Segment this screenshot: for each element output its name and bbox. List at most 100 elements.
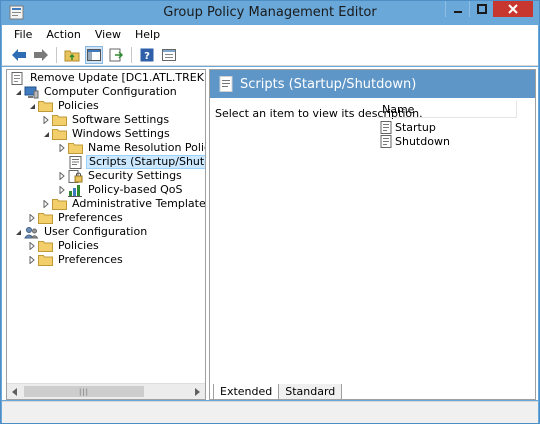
list-item-shutdown[interactable]: Shutdown	[380, 134, 450, 149]
details-header-title: Scripts (Startup/Shutdown)	[240, 76, 417, 92]
view-tabs: Extended Standard	[213, 384, 343, 401]
expanded-arrow-icon[interactable]	[13, 225, 23, 239]
app-window: Group Policy Management Editor File Acti…	[0, 0, 540, 424]
export-list-button[interactable]	[107, 46, 125, 64]
tree-label-preferences: Preferences	[58, 211, 123, 224]
expanded-arrow-icon[interactable]	[41, 127, 51, 141]
collapsed-arrow-icon[interactable]	[57, 141, 67, 155]
collapsed-arrow-icon[interactable]	[27, 211, 37, 225]
tree-item-root[interactable]: Remove Update [DC1.ATL.TREKKER.NET] P	[9, 71, 205, 85]
maximize-icon	[476, 4, 487, 14]
list-item-startup[interactable]: Startup	[380, 120, 436, 135]
close-icon	[508, 4, 518, 14]
maximize-button[interactable]	[469, 1, 493, 17]
details-pane: Scripts (Startup/Shutdown) Select an ite…	[209, 69, 536, 400]
title-bar: Group Policy Management Editor	[1, 1, 539, 25]
scripts-icon	[219, 76, 233, 92]
export-list-icon	[109, 48, 123, 61]
tree-item-scripts[interactable]: Scripts (Startup/Shutdown)	[67, 155, 205, 169]
tree-item-administrative-templates[interactable]: Administrative Templates: Polic	[41, 197, 206, 211]
tree-label-policy-based-qos: Policy-based QoS	[88, 183, 183, 196]
menu-view[interactable]: View	[88, 25, 128, 44]
menu-bar: File Action View Help	[2, 25, 538, 44]
computer-icon	[23, 85, 39, 99]
status-bar	[2, 401, 538, 423]
toolbar-separator	[56, 46, 57, 63]
collapsed-arrow-icon[interactable]	[57, 183, 67, 197]
help-icon: ?	[140, 48, 154, 62]
tree-item-user-preferences[interactable]: Preferences	[27, 253, 125, 267]
help-button[interactable]: ?	[138, 46, 156, 64]
tree-item-user-configuration[interactable]: User Configuration	[13, 225, 149, 239]
details-header: Scripts (Startup/Shutdown)	[210, 70, 535, 98]
toolbar: ?	[2, 44, 538, 66]
collapsed-arrow-icon[interactable]	[27, 253, 37, 267]
tree-label-user-preferences: Preferences	[58, 253, 123, 266]
tree-label-user-configuration: User Configuration	[44, 225, 148, 238]
tree-label-user-policies: Policies	[58, 239, 99, 252]
window-controls	[445, 1, 533, 17]
menu-help[interactable]: Help	[128, 25, 167, 44]
close-button[interactable]	[493, 1, 533, 17]
policy-document-icon	[9, 71, 25, 85]
collapsed-arrow-icon[interactable]	[41, 113, 51, 127]
folder-icon	[51, 113, 67, 127]
column-header-name[interactable]: Name	[377, 101, 517, 118]
tab-standard[interactable]: Standard	[279, 384, 343, 400]
menu-action[interactable]: Action	[39, 25, 87, 44]
up-one-level-button[interactable]	[63, 46, 81, 64]
expanded-arrow-icon[interactable]	[27, 99, 37, 113]
collapsed-arrow-icon[interactable]	[57, 169, 67, 183]
minimize-icon	[453, 11, 462, 13]
grip-icon: |||	[78, 387, 90, 396]
tree-label-security-settings: Security Settings	[88, 169, 182, 182]
tree-item-preferences[interactable]: Preferences	[27, 211, 125, 225]
security-icon	[67, 169, 83, 183]
folder-icon	[37, 99, 53, 113]
scroll-thumb[interactable]: |||	[24, 386, 144, 397]
forward-button[interactable]	[32, 46, 50, 64]
tab-extended[interactable]: Extended	[213, 384, 280, 400]
tree-item-software-settings[interactable]: Software Settings	[41, 113, 171, 127]
tree-item-policy-based-qos[interactable]: Policy-based QoS	[57, 183, 185, 197]
tree-label-scripts: Scripts (Startup/Shutdown)	[86, 155, 205, 169]
tree-label-name-resolution-policy: Name Resolution Policy	[88, 141, 206, 154]
up-folder-icon	[64, 50, 80, 61]
list-item-label: Startup	[395, 121, 436, 134]
tree-label-computer-configuration: Computer Configuration	[44, 85, 177, 98]
collapsed-arrow-icon[interactable]	[27, 239, 37, 253]
tree-item-name-resolution-policy[interactable]: Name Resolution Policy	[57, 141, 206, 155]
tree-horizontal-scrollbar[interactable]: |||	[7, 383, 205, 399]
scroll-right-button[interactable]	[189, 384, 205, 399]
tree-item-user-policies[interactable]: Policies	[27, 239, 101, 253]
forward-arrow-icon	[34, 48, 48, 61]
script-icon	[380, 121, 392, 134]
properties-button[interactable]	[160, 46, 178, 64]
menu-file[interactable]: File	[7, 25, 39, 44]
scroll-left-button[interactable]	[7, 384, 23, 399]
bar-chart-icon	[67, 183, 83, 197]
tree-label-administrative-templates: Administrative Templates: Polic	[72, 197, 206, 210]
folder-icon	[37, 211, 53, 225]
back-arrow-icon	[12, 48, 26, 61]
show-hide-console-tree-button[interactable]	[85, 45, 103, 64]
tree-item-computer-configuration[interactable]: Computer Configuration	[13, 85, 179, 99]
list-item-label: Shutdown	[395, 135, 450, 148]
scroll-right-icon	[195, 388, 200, 396]
scripts-icon	[67, 155, 83, 169]
client-area: Remove Update [DC1.ATL.TREKKER.NET] P Co…	[2, 67, 538, 400]
folder-icon	[37, 239, 53, 253]
collapsed-arrow-icon[interactable]	[41, 197, 51, 211]
minimize-button[interactable]	[445, 1, 469, 17]
tree-label-software-settings: Software Settings	[72, 113, 170, 126]
script-icon	[380, 135, 392, 148]
tree-item-windows-settings[interactable]: Windows Settings	[41, 127, 172, 141]
folder-icon	[51, 197, 67, 211]
toolbar-separator	[131, 46, 132, 63]
tree-item-security-settings[interactable]: Security Settings	[57, 169, 184, 183]
back-button[interactable]	[10, 46, 28, 64]
tree-label-root: Remove Update [DC1.ATL.TREKKER.NET] P	[30, 71, 205, 84]
scroll-left-icon	[12, 388, 17, 396]
expanded-arrow-icon[interactable]	[13, 85, 23, 99]
tree-item-policies[interactable]: Policies	[27, 99, 101, 113]
